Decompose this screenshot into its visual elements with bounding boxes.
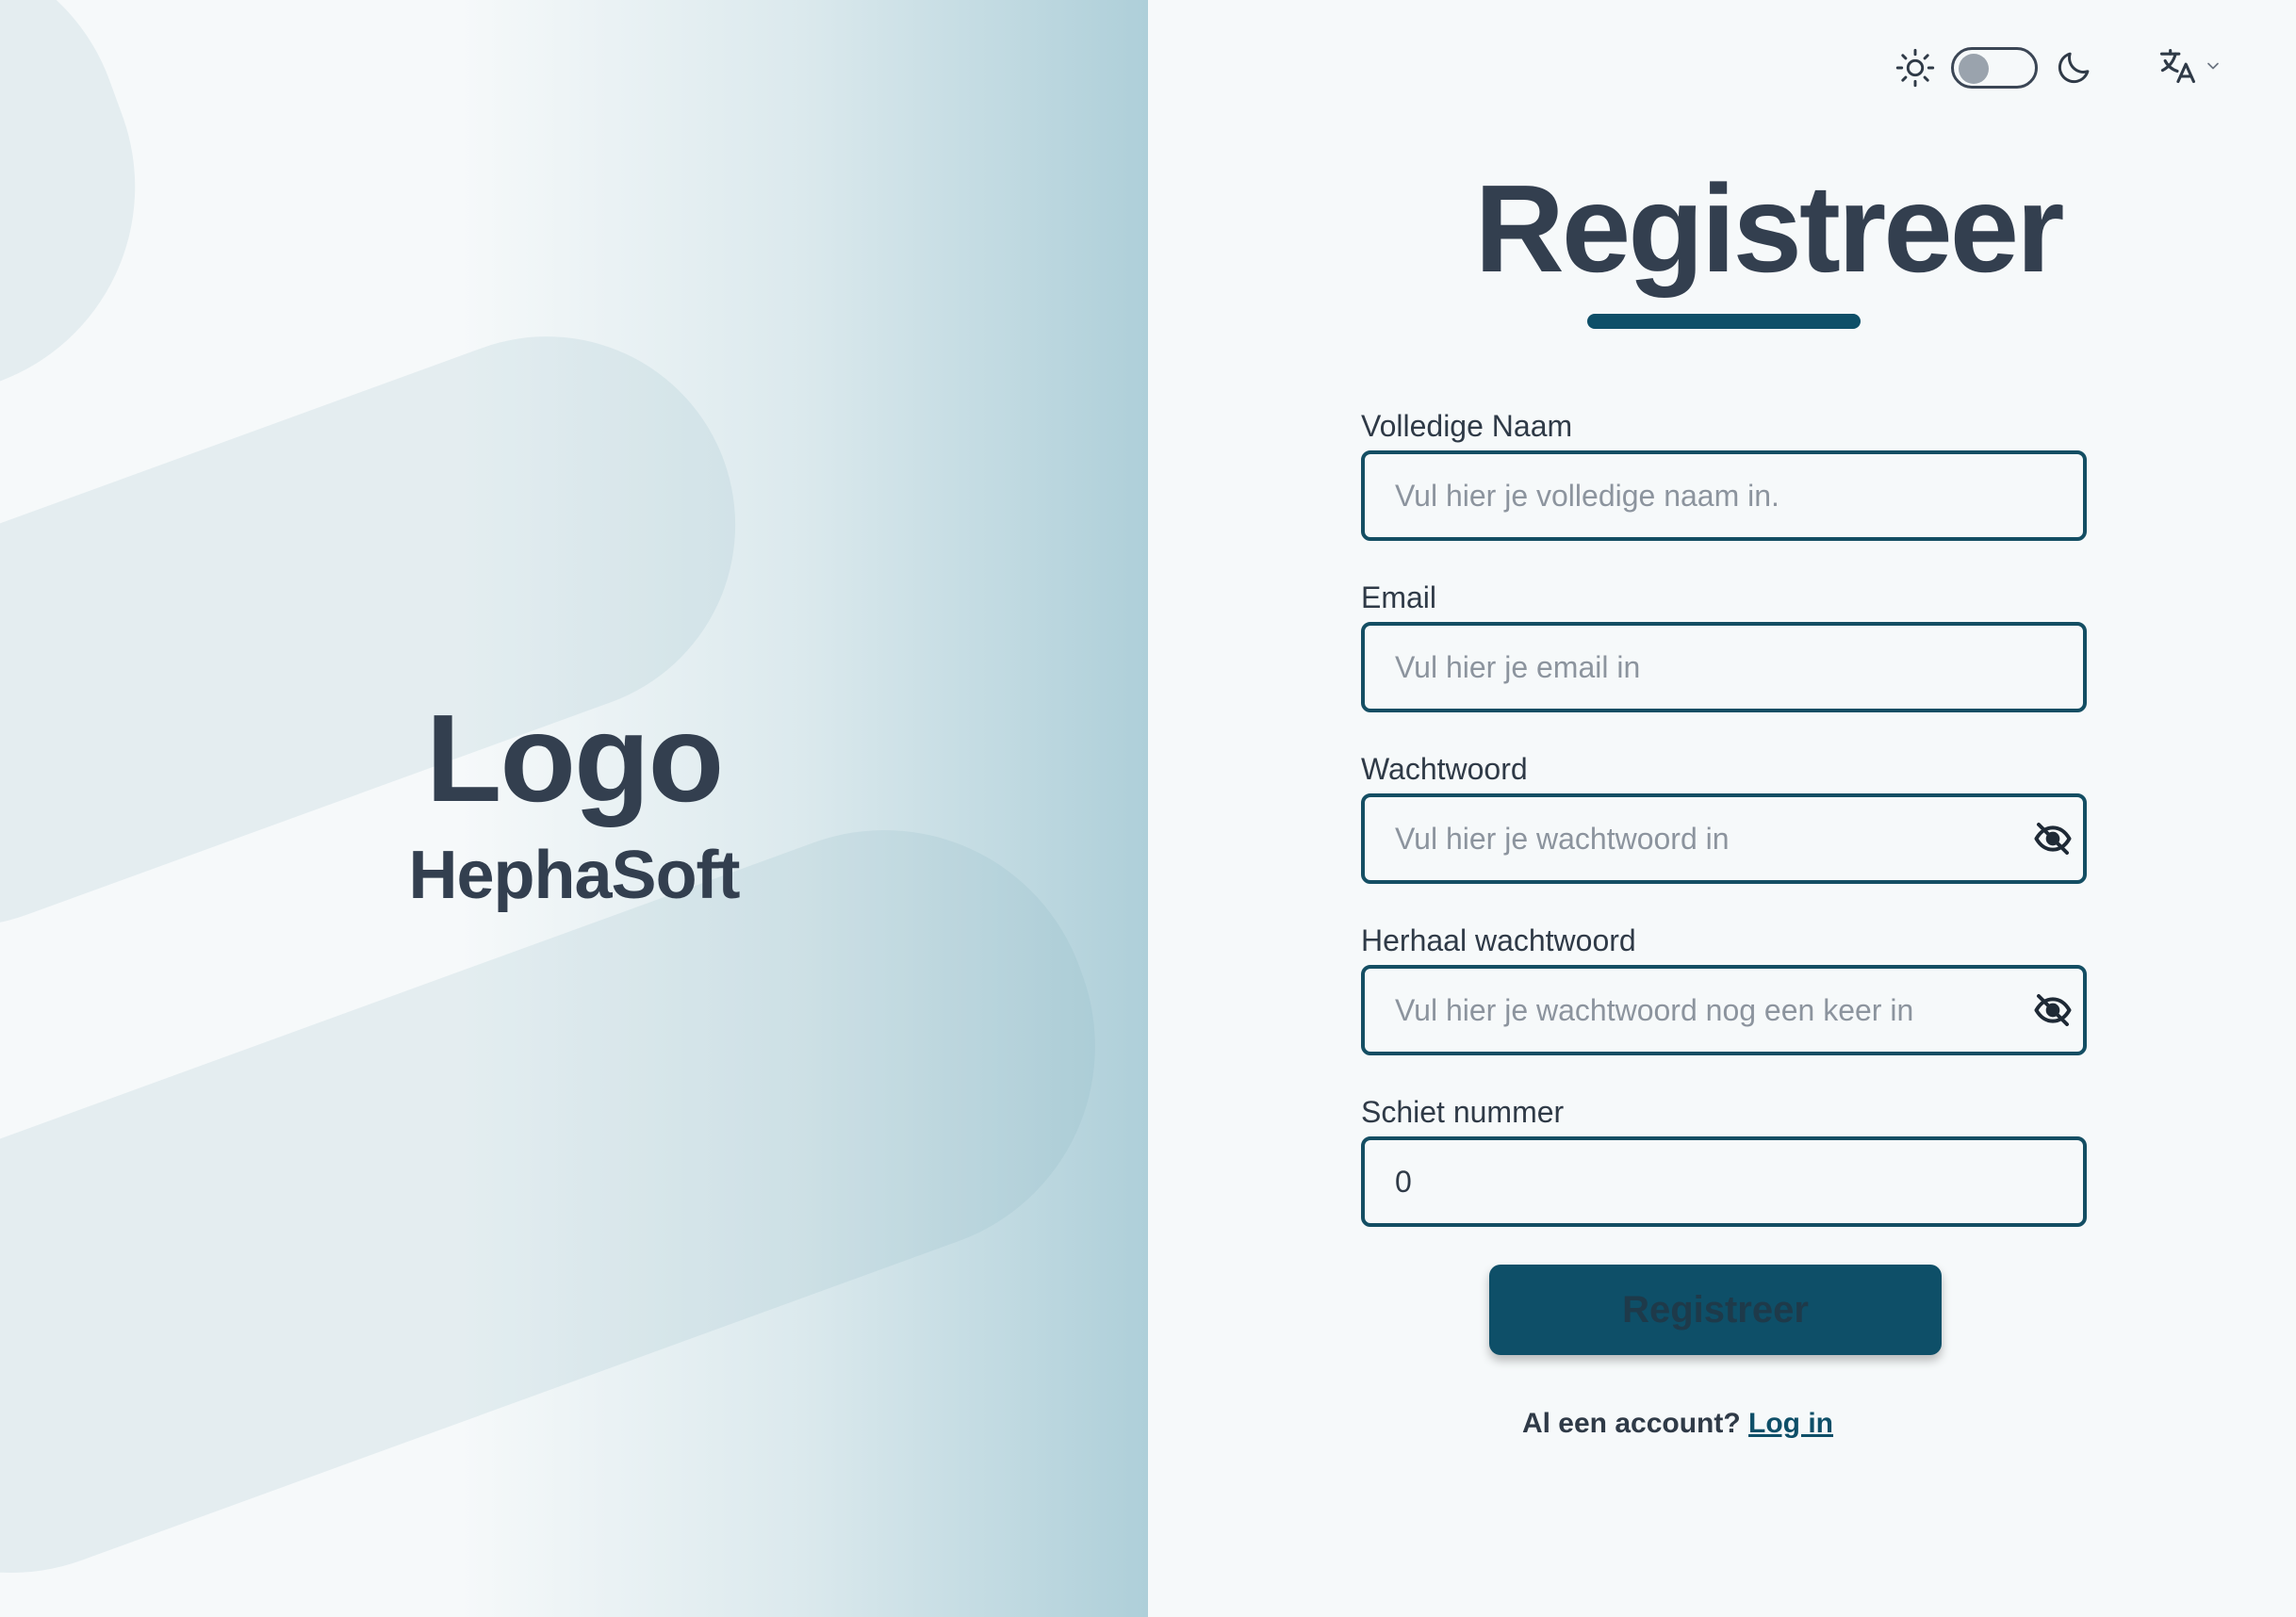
email-label: Email <box>1361 580 1437 614</box>
password-input-wrap <box>1361 793 2087 884</box>
shooter-number-input-wrap <box>1361 1136 2087 1227</box>
chevron-down-icon <box>2204 57 2222 80</box>
language-selector[interactable] <box>2157 45 2222 91</box>
register-form: Volledige Naam Email Wachtwoord <box>1361 407 2087 1265</box>
translate-icon <box>2157 45 2198 91</box>
full-name-label: Volledige Naam <box>1361 409 1573 443</box>
full-name-input-wrap <box>1361 450 2087 541</box>
email-input[interactable] <box>1365 626 2083 709</box>
brand-panel: Logo HephaSoft <box>0 0 1148 1617</box>
brand-logo: Logo <box>425 689 725 827</box>
eye-off-icon[interactable] <box>2032 991 2074 1029</box>
repeat-password-input[interactable] <box>1365 969 2083 1052</box>
repeat-password-field: Herhaal wachtwoord <box>1361 922 2087 1055</box>
theme-toggle-knob <box>1959 54 1989 84</box>
email-field: Email <box>1361 579 2087 712</box>
login-link[interactable]: Log in <box>1748 1408 1833 1439</box>
login-prompt: Al een account? Log in <box>1104 1408 2252 1440</box>
page-title: Registreer <box>1474 159 2065 298</box>
decorative-shape <box>0 0 194 492</box>
repeat-password-label: Herhaal wachtwoord <box>1361 923 1636 957</box>
topbar <box>1893 41 2222 94</box>
shooter-number-input[interactable] <box>1365 1140 2083 1223</box>
full-name-field: Volledige Naam <box>1361 407 2087 541</box>
account-prompt-text: Al een account? <box>1521 1408 1741 1439</box>
theme-toggle[interactable] <box>1951 47 2038 89</box>
register-page: Logo HephaSoft Registreer Volledige Naam… <box>0 0 2296 1617</box>
repeat-password-input-wrap <box>1361 965 2087 1055</box>
register-button[interactable]: Registreer <box>1489 1265 1942 1355</box>
password-label: Wachtwoord <box>1361 752 1528 786</box>
shooter-number-field: Schiet nummer <box>1361 1093 2087 1227</box>
shooter-number-label: Schiet nummer <box>1361 1095 1565 1129</box>
title-underline <box>1587 314 1861 329</box>
sun-icon[interactable] <box>1893 45 1938 90</box>
password-input[interactable] <box>1365 797 2083 880</box>
brand-name: HephaSoft <box>408 838 741 913</box>
full-name-input[interactable] <box>1365 454 2083 537</box>
password-field: Wachtwoord <box>1361 750 2087 884</box>
eye-off-icon[interactable] <box>2032 820 2074 858</box>
email-input-wrap <box>1361 622 2087 712</box>
moon-icon[interactable] <box>2051 45 2096 90</box>
form-panel: Registreer Volledige Naam Email Wachtwoo… <box>1148 0 2296 1617</box>
brand-block: Logo HephaSoft <box>0 688 1148 918</box>
